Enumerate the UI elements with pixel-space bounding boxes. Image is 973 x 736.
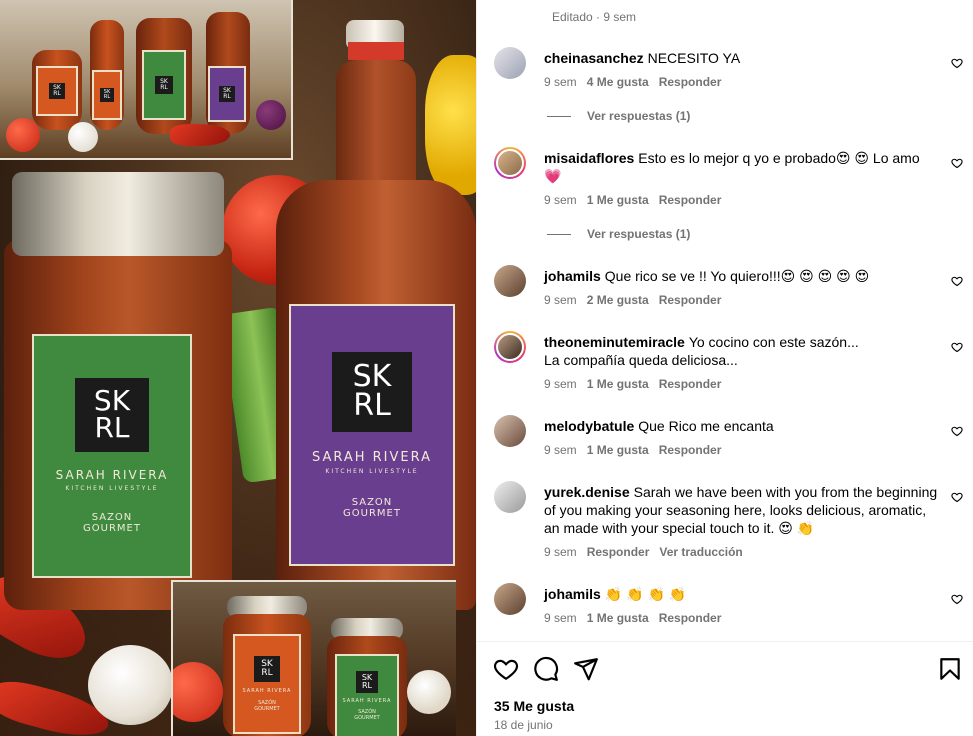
comment-meta: 9 sem 2 Me gusta Responder: [544, 293, 731, 307]
brand-name: SARAH RIVERA: [311, 449, 433, 465]
username[interactable]: misaidaflores: [544, 150, 634, 166]
comment-likes[interactable]: 1 Me gusta: [587, 443, 649, 457]
comment-time[interactable]: 9 sem: [544, 75, 577, 89]
view-replies-button[interactable]: Ver respuestas (1): [547, 109, 690, 123]
green-label-small: SK RL SARAH RIVERA SAZÓN GOURMET: [335, 654, 399, 736]
comment-likes[interactable]: 1 Me gusta: [587, 377, 649, 391]
brand-name: SARAH RIVERA: [55, 468, 169, 482]
heart-icon[interactable]: [951, 341, 963, 353]
heart-icon[interactable]: [951, 491, 963, 503]
like-heart-icon[interactable]: [493, 656, 519, 682]
comment-text: misaidaflores Esto es lo mejor q yo e pro…: [544, 150, 920, 184]
comment-bubble-icon[interactable]: [533, 656, 559, 682]
brand-tagline: KITCHEN LIVESTYLE: [65, 485, 159, 492]
avatar[interactable]: [494, 583, 526, 615]
like-count[interactable]: 35 Me gusta: [494, 698, 574, 714]
replies-line: [547, 233, 571, 235]
username[interactable]: melodybatule: [544, 418, 634, 434]
product-name: SAZON: [351, 496, 393, 508]
brand-logo: SK RL: [332, 351, 412, 432]
comment-text: johamils 👏 👏 👏 👏: [544, 586, 687, 602]
comment-meta: 9 sem Responder Ver traducción: [544, 545, 753, 559]
comment-likes[interactable]: 1 Me gusta: [587, 193, 649, 207]
avatar[interactable]: [494, 47, 526, 79]
brand-logo: SK RL: [75, 378, 149, 452]
inset-photo-bottom: SK RL SARAH RIVERA SAZÓN GOURMET SK RL SAR…: [171, 580, 456, 736]
view-replies-button[interactable]: Ver respuestas (1): [547, 227, 690, 241]
avatar[interactable]: [494, 265, 526, 297]
share-send-icon[interactable]: [573, 656, 599, 682]
jar-lid: [12, 172, 224, 256]
heart-icon[interactable]: [951, 275, 963, 287]
comment-time[interactable]: 9 sem: [544, 545, 577, 559]
heart-icon[interactable]: [951, 425, 963, 437]
reply-button[interactable]: Responder: [659, 443, 722, 457]
comment-likes[interactable]: 4 Me gusta: [587, 75, 649, 89]
comment-time[interactable]: 9 sem: [544, 293, 577, 307]
comment-text: cheinasanchez NECESITO YA: [544, 50, 741, 66]
comment-meta: 9 sem 1 Me gusta Responder: [544, 443, 731, 457]
comment-time[interactable]: 9 sem: [544, 193, 577, 207]
comment-text: yurek.denise Sarah we have been with you …: [544, 484, 938, 536]
reply-button[interactable]: Responder: [659, 193, 722, 207]
product-subname: GOURMET: [83, 523, 141, 534]
reply-button[interactable]: Responder: [659, 293, 722, 307]
comment-meta: 9 sem 1 Me gusta Responder: [544, 377, 731, 391]
username[interactable]: cheinasanchez: [544, 50, 644, 66]
green-label: SK RL SARAH RIVERA KITCHEN LIVESTYLE SAZ…: [32, 334, 192, 578]
heart-icon[interactable]: [951, 57, 963, 69]
avatar[interactable]: [494, 415, 526, 447]
heart-icon[interactable]: [951, 593, 963, 605]
garlic: [88, 645, 173, 725]
comment-time[interactable]: 9 sem: [544, 611, 577, 625]
purple-label: SK RL SARAH RIVERA KITCHEN LIVESTYLE SAZ…: [289, 304, 455, 566]
bookmark-icon[interactable]: [937, 656, 963, 682]
username[interactable]: yurek.denise: [544, 484, 630, 500]
brand-tagline: KITCHEN LIVESTYLE: [325, 467, 419, 475]
avatar[interactable]: [494, 331, 526, 363]
reply-button[interactable]: Responder: [659, 75, 722, 89]
translate-button[interactable]: Ver traducción: [659, 545, 742, 559]
avatar[interactable]: [494, 147, 526, 179]
post-date[interactable]: 18 de junio: [494, 718, 553, 732]
divider: [477, 641, 973, 642]
comment-meta: 9 sem 1 Me gusta Responder: [544, 193, 731, 207]
reply-button[interactable]: Responder: [659, 377, 722, 391]
comment-likes[interactable]: 2 Me gusta: [587, 293, 649, 307]
product-subname: GOURMET: [343, 507, 401, 519]
username[interactable]: theoneminutemiracle: [544, 334, 685, 350]
reply-button[interactable]: Responder: [659, 611, 722, 625]
comment-meta: 9 sem 1 Me gusta Responder: [544, 611, 731, 625]
comment-likes[interactable]: 1 Me gusta: [587, 611, 649, 625]
reply-button[interactable]: Responder: [587, 545, 650, 559]
edited-label: Editado · 9 sem: [552, 10, 637, 24]
heart-icon[interactable]: [951, 157, 963, 169]
post-image[interactable]: SK RL SARAH RIVERA KITCHEN LIVESTYLE SAZ…: [0, 0, 476, 736]
username[interactable]: johamils: [544, 586, 601, 602]
product-name: SAZON: [91, 512, 133, 523]
comment-text: melodybatule Que Rico me encanta: [544, 418, 774, 434]
comment-meta: 9 sem 4 Me gusta Responder: [544, 75, 731, 89]
comments-panel: Editado · 9 sem cheinasanchez NECESITO YA…: [476, 0, 973, 736]
username[interactable]: johamils: [544, 268, 601, 284]
comment-time[interactable]: 9 sem: [544, 377, 577, 391]
inset-photo-top: SK RL SK RL SK RL SK RL: [0, 0, 293, 160]
comment-time[interactable]: 9 sem: [544, 443, 577, 457]
orange-label: SK RL SARAH RIVERA SAZÓN GOURMET: [233, 634, 301, 734]
replies-line: [547, 115, 571, 117]
comment-text: theoneminutemiracle Yo cocino con este sa…: [544, 334, 859, 368]
avatar[interactable]: [494, 481, 526, 513]
comment-text: johamils Que rico se ve !! Yo quiero!!!😍 …: [544, 268, 870, 284]
